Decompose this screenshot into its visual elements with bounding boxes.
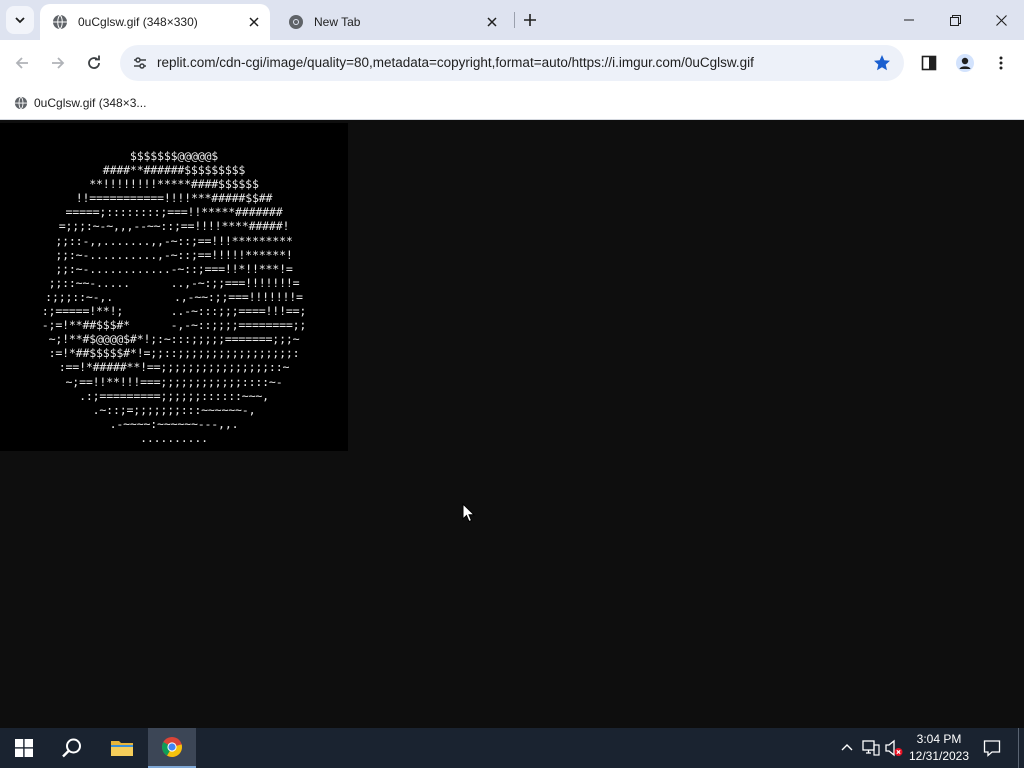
restore-icon xyxy=(949,14,961,26)
network-icon xyxy=(862,740,880,756)
start-button[interactable] xyxy=(0,728,48,768)
tab-close-button[interactable] xyxy=(244,12,264,32)
ascii-line: .-~~~~:~~~~~~---,,. xyxy=(109,416,239,431)
mouse-cursor-icon xyxy=(462,503,476,523)
minimize-icon xyxy=(904,19,914,21)
ascii-line: ####**######$$$$$$$$$ xyxy=(102,163,246,178)
minimize-button[interactable] xyxy=(886,0,932,40)
ascii-line: :;;;::~-,. .,-~~:;;===!!!!!!!= xyxy=(45,289,303,304)
ascii-line: ~;!**#$@@@@$#*!;:~:::;;;;;=======;;;~ xyxy=(48,332,300,347)
ascii-line: **!!!!!!!!*****####$$$$$$ xyxy=(89,177,259,192)
folder-icon xyxy=(111,741,133,756)
ascii-line: ;;::~~-..... ..,-~:;;===!!!!!!!= xyxy=(48,275,300,290)
search-button[interactable] xyxy=(48,728,96,768)
tab-close-button[interactable] xyxy=(482,12,502,32)
url-text[interactable]: replit.com/cdn-cgi/image/quality=80,meta… xyxy=(157,55,754,70)
tab-title: 0uCglsw.gif (348×330) xyxy=(78,15,198,29)
clock-date: 12/31/2023 xyxy=(908,749,970,763)
windows-taskbar: 3:04 PM 12/31/2023 xyxy=(0,728,1024,768)
ascii-line: ;;:~-..........,-~::;==!!!!!******! xyxy=(55,247,293,262)
show-desktop-button[interactable] xyxy=(1018,728,1019,768)
volume-button[interactable] xyxy=(884,738,904,758)
bookmarks-bar: 0uCglsw.gif (348×3... xyxy=(0,86,1024,120)
browser-toolbar: replit.com/cdn-cgi/image/quality=80,meta… xyxy=(0,40,1024,86)
ascii-line: :==!*#####**!==;;;;;;;;;;;;;;;;::~ xyxy=(58,360,290,375)
tab-gif-image[interactable]: 0uCglsw.gif (348×330) xyxy=(40,4,270,40)
ascii-line: .~::;=;;;;;;;:::~~~~~~-, xyxy=(92,402,256,417)
new-tab-button[interactable] xyxy=(518,8,542,32)
globe-icon xyxy=(52,14,68,30)
notification-icon xyxy=(983,740,1001,757)
address-bar[interactable]: replit.com/cdn-cgi/image/quality=80,meta… xyxy=(120,45,904,81)
ascii-art: $$$$$$$@@@@@$ ####**######$$$$$$$$$ **!!!!… xyxy=(0,149,348,445)
page-viewport: $$$$$$$@@@@@$ ####**######$$$$$$$$$ **!!!!… xyxy=(0,121,1024,728)
close-icon xyxy=(995,14,1007,26)
action-center-button[interactable] xyxy=(980,736,1004,760)
side-panel-icon xyxy=(921,55,937,71)
ascii-line: =====;::::::::;===!!*****####### xyxy=(65,205,283,220)
tab-search-button[interactable] xyxy=(6,6,34,34)
arrow-left-icon xyxy=(15,57,28,69)
back-button[interactable] xyxy=(8,49,36,77)
ascii-line: ;;:~-............-~::;===!!*!!***!= xyxy=(55,261,293,276)
side-panel-button[interactable] xyxy=(915,49,943,77)
restore-button[interactable] xyxy=(932,0,978,40)
ascii-line: ;;::-,,.......,,-~::;==!!!********* xyxy=(55,233,293,248)
arrow-right-icon xyxy=(52,57,65,69)
more-vert-icon xyxy=(999,56,1003,70)
bookmark-label: 0uCglsw.gif (348×3... xyxy=(34,96,147,110)
volume-muted-icon xyxy=(885,739,903,757)
ascii-line: $$$$$$$@@@@@$ xyxy=(129,149,219,163)
forward-button[interactable] xyxy=(44,49,72,77)
system-clock[interactable]: 3:04 PM 12/31/2023 xyxy=(906,731,972,765)
ascii-line: -;=!**##$$$#* -,-~::;;;;========;; xyxy=(41,318,307,333)
bookmark-item[interactable]: 0uCglsw.gif (348×3... xyxy=(8,91,152,115)
show-hidden-icons-button[interactable] xyxy=(837,738,857,758)
ascii-art-image: $$$$$$$@@@@@$ ####**######$$$$$$$$$ **!!!!… xyxy=(0,123,348,451)
plus-icon xyxy=(524,14,536,26)
network-button[interactable] xyxy=(861,738,881,758)
reload-icon xyxy=(88,55,100,69)
close-icon xyxy=(487,17,497,27)
chrome-icon xyxy=(162,737,183,758)
windows-logo-icon xyxy=(15,739,33,757)
tune-icon xyxy=(134,57,146,69)
chevron-up-icon xyxy=(841,744,853,751)
chrome-taskbar-button[interactable] xyxy=(148,728,196,768)
tab-new-tab[interactable]: New Tab xyxy=(276,4,508,40)
bookmark-star-button[interactable] xyxy=(872,53,892,73)
ascii-line: :;=====!**!; ..-~:::;;;====!!!==; xyxy=(41,304,307,319)
reload-button[interactable] xyxy=(80,49,108,77)
chevron-down-icon xyxy=(15,17,25,24)
chrome-icon xyxy=(288,14,304,30)
close-icon xyxy=(249,17,259,27)
tab-separator xyxy=(514,12,515,28)
menu-button[interactable] xyxy=(987,49,1015,77)
ascii-line: .:;=========;;;;;;::::::~~~, xyxy=(79,388,269,403)
file-explorer-button[interactable] xyxy=(98,728,146,768)
avatar-icon xyxy=(956,54,974,72)
globe-icon xyxy=(14,96,28,110)
search-icon xyxy=(62,738,81,758)
site-info-button[interactable] xyxy=(126,49,154,77)
ascii-line: :=!*##$$$$$#*!=;;::;;;;;;;;;;;;;;;;;: xyxy=(48,346,300,361)
ascii-line: =;;;:~-~,,,--~~::;==!!!!****#####! xyxy=(58,219,290,234)
ascii-line: ~;==!!**!!!===;;;;;;;;;;;;::::~- xyxy=(65,374,283,389)
clock-time: 3:04 PM xyxy=(916,732,962,746)
tab-title: New Tab xyxy=(314,15,361,29)
close-window-button[interactable] xyxy=(978,0,1024,40)
profile-button[interactable] xyxy=(951,49,979,77)
ascii-line: .......... xyxy=(140,430,208,445)
star-icon xyxy=(874,55,890,71)
tab-strip: 0uCglsw.gif (348×330) New Tab xyxy=(0,0,1024,40)
ascii-line: !!===========!!!!***#####$$## xyxy=(75,191,273,206)
